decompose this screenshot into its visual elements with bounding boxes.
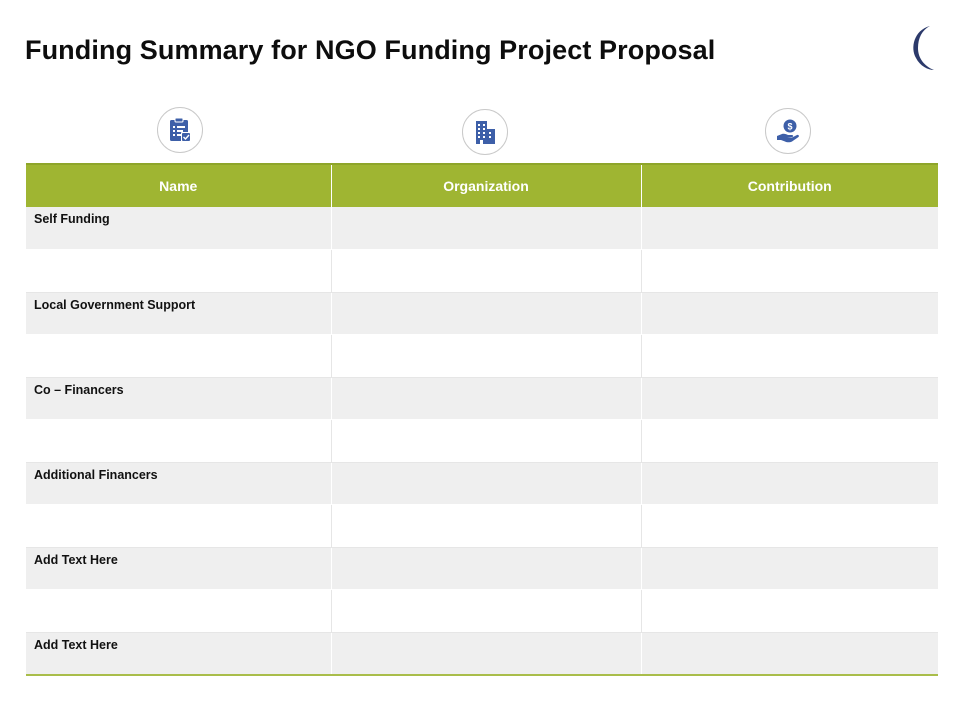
table-row (26, 504, 938, 548)
cell-contribution (641, 377, 938, 420)
table-row: Additional Financers (26, 462, 938, 505)
clipboard-checklist-icon-badge (157, 107, 203, 153)
cell-name (26, 249, 332, 293)
table-row (26, 249, 938, 293)
cell-contribution (641, 462, 938, 505)
cell-organization (331, 547, 642, 590)
cell-contribution (641, 207, 938, 250)
cell-name (26, 419, 332, 463)
clipboard-checklist-icon (170, 117, 191, 142)
cell-organization (331, 249, 642, 293)
cell-contribution (641, 249, 938, 293)
cell-contribution (641, 292, 938, 335)
column-header-organization: Organization (331, 163, 642, 207)
cell-name: Additional Financers (26, 462, 332, 505)
crescent-logo-icon (913, 26, 934, 70)
cell-contribution (641, 547, 938, 590)
cell-name (26, 589, 332, 633)
column-header-contribution: Contribution (641, 163, 938, 207)
cell-contribution (641, 419, 938, 463)
cell-organization (331, 292, 642, 335)
table-header: Name Organization Contribution (26, 163, 938, 207)
cell-name: Add Text Here (26, 632, 332, 676)
column-header-name: Name (26, 163, 332, 207)
table-body: Self Funding Local Government Support Co… (26, 207, 938, 676)
buildings-icon (476, 121, 495, 144)
cell-name: Co – Financers (26, 377, 332, 420)
table-row (26, 334, 938, 378)
table-row: Self Funding (26, 207, 938, 250)
table-row (26, 419, 938, 463)
table-row (26, 589, 938, 633)
cell-organization (331, 377, 642, 420)
cell-organization (331, 632, 642, 676)
cell-contribution (641, 589, 938, 633)
cell-organization (331, 504, 642, 548)
cell-contribution (641, 334, 938, 378)
table-header-row: Name Organization Contribution (26, 163, 938, 207)
funding-table: Name Organization Contribution Self Fund… (26, 163, 938, 676)
hand-dollar-icon-badge: $ (765, 108, 811, 154)
cell-contribution (641, 504, 938, 548)
table-row: Add Text Here (26, 632, 938, 676)
cell-organization (331, 589, 642, 633)
cell-organization (331, 419, 642, 463)
cell-name (26, 504, 332, 548)
cell-contribution (641, 632, 938, 676)
cell-organization (331, 334, 642, 378)
table-row: Co – Financers (26, 377, 938, 420)
cell-organization (331, 207, 642, 250)
table-row: Local Government Support (26, 292, 938, 335)
cell-name (26, 334, 332, 378)
hand-dollar-icon: $ (777, 119, 799, 143)
table-row: Add Text Here (26, 547, 938, 590)
cell-name: Local Government Support (26, 292, 332, 335)
cell-organization (331, 462, 642, 505)
buildings-icon-badge (462, 109, 508, 155)
page-title: Funding Summary for NGO Funding Project … (25, 35, 716, 65)
svg-text:$: $ (787, 122, 792, 132)
cell-name: Add Text Here (26, 547, 332, 590)
cell-name: Self Funding (26, 207, 332, 250)
